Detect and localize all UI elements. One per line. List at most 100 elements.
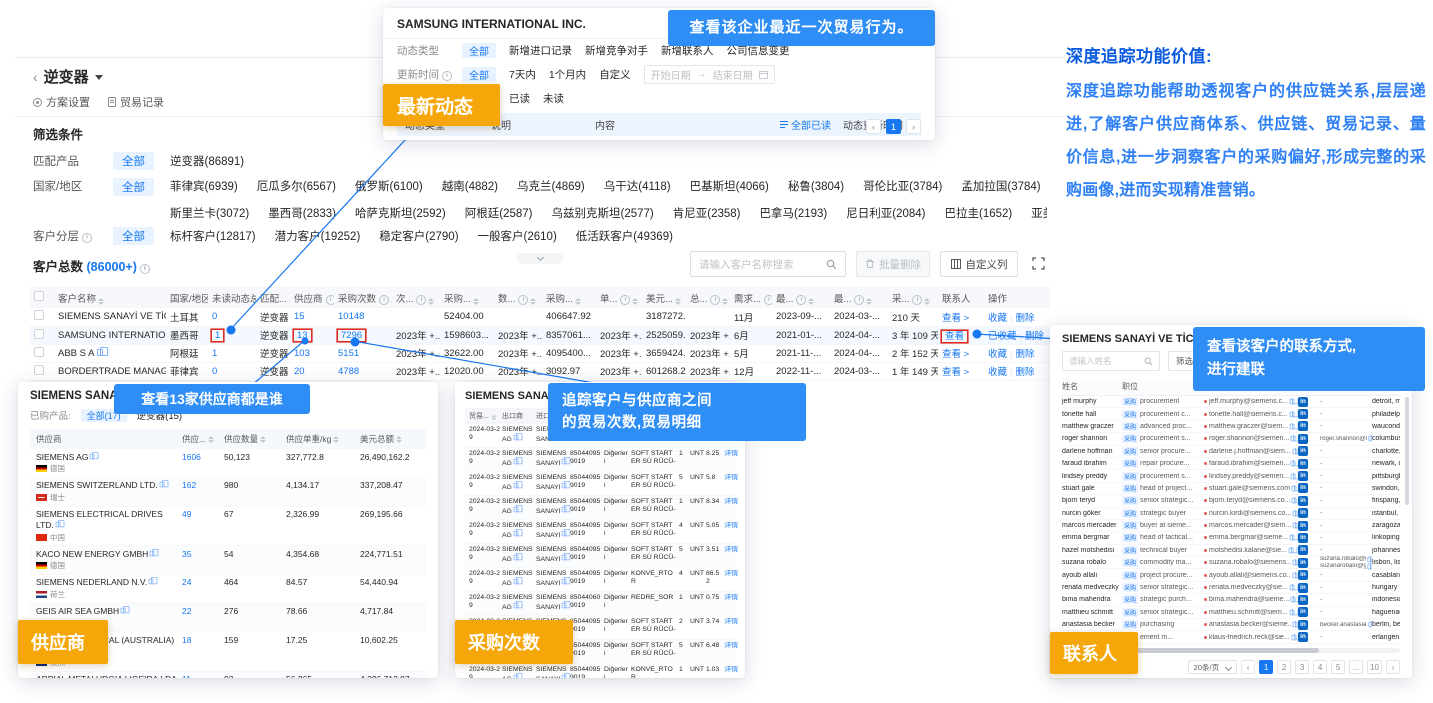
- tier-filter-item[interactable]: 标杆客户(12817): [170, 228, 256, 244]
- supplier-row[interactable]: ARPIAL METALURGIA LIGEIRA LDA 葡萄牙 11 93 …: [30, 672, 426, 678]
- column-header[interactable]: 采购...: [542, 287, 596, 308]
- page-button[interactable]: 10: [1367, 660, 1382, 674]
- country-filter-item[interactable]: 厄瓜多尔(6567): [257, 178, 336, 198]
- copy-icon[interactable]: [90, 453, 95, 459]
- supply-count-link[interactable]: 11: [182, 674, 224, 678]
- purchase-row[interactable]: 2024-03-29 SIEMENS AG SIEMENS SANAYI 850…: [465, 544, 735, 568]
- filter-all-chip[interactable]: 全部: [113, 178, 154, 196]
- copy-icon[interactable]: [1289, 411, 1294, 417]
- copy-icon[interactable]: [1291, 597, 1296, 603]
- column-header[interactable]: 供应单重/kg: [286, 433, 360, 445]
- next-page-button[interactable]: ›: [906, 119, 921, 134]
- table-row[interactable]: BORDERTRADE MANAGEMENT IN 菲律宾 0 逆变器 20 4…: [30, 362, 1050, 380]
- supply-count-link[interactable]: 1606: [182, 452, 224, 462]
- linkedin-icon[interactable]: in: [1298, 595, 1308, 605]
- supply-count-link[interactable]: 35: [182, 549, 224, 559]
- filter-option[interactable]: 全部: [462, 43, 496, 58]
- linkedin-icon[interactable]: in: [1298, 483, 1308, 493]
- linkedin-icon[interactable]: in: [1298, 397, 1308, 407]
- purchase-row[interactable]: 2024-03-29 SIEMENS AG SIEMENS SANAYI 850…: [465, 472, 735, 496]
- column-header[interactable]: 数...i: [494, 287, 542, 308]
- row-checkbox[interactable]: [34, 347, 44, 357]
- country-filter-item[interactable]: 亚美尼亚(1603): [1031, 205, 1047, 221]
- filter-option[interactable]: 1个月内: [549, 67, 586, 82]
- filter-option[interactable]: 自定义: [599, 67, 631, 82]
- linkedin-icon[interactable]: in: [1298, 583, 1308, 593]
- copy-icon[interactable]: [1293, 560, 1298, 566]
- country-filter-item[interactable]: 墨西哥(2833): [268, 205, 336, 221]
- country-filter-item[interactable]: 肯尼亚(2358): [673, 205, 741, 221]
- country-filter-item[interactable]: 俄罗斯(6100): [355, 178, 423, 198]
- column-header[interactable]: 最...i: [830, 287, 888, 308]
- linkedin-icon[interactable]: in: [1298, 607, 1308, 617]
- supplier-row[interactable]: KACO NEW ENERGY GMBH 德国 35 54 4,354.68 2…: [30, 546, 426, 575]
- country-filter-item[interactable]: 斯里兰卡(3072): [170, 205, 249, 221]
- copy-icon[interactable]: [1289, 548, 1294, 554]
- column-header[interactable]: 采...i: [888, 287, 938, 308]
- filter-option[interactable]: 全部: [462, 67, 496, 82]
- linkedin-icon[interactable]: in: [1298, 496, 1308, 506]
- linkedin-icon[interactable]: in: [1298, 459, 1308, 469]
- select-all-checkbox[interactable]: [34, 291, 44, 301]
- vertical-scrollbar[interactable]: [1405, 397, 1409, 505]
- filter-option[interactable]: 未读: [543, 91, 564, 106]
- country-filter-item[interactable]: 巴拉圭(1652): [945, 205, 1013, 221]
- linkedin-icon[interactable]: in: [1298, 421, 1308, 431]
- copy-icon[interactable]: [1289, 610, 1294, 616]
- country-filter-item[interactable]: 巴基斯坦(4066): [690, 178, 769, 198]
- copy-icon[interactable]: [1290, 399, 1295, 405]
- table-row[interactable]: SIEMENS SANAYİ VE TİCARET AN 土耳其 0 逆变器 1…: [30, 308, 1050, 326]
- contact-row[interactable]: matthieu schmitt 采购senior strategic... m…: [1062, 607, 1400, 619]
- purchase-row[interactable]: 2024-03-29 SIEMENS AG SIEMENS SANAYI 850…: [465, 592, 735, 616]
- contact-row[interactable]: bima mahendra 采购strategic purch... bima.…: [1062, 594, 1400, 606]
- next-page-button[interactable]: ›: [1386, 660, 1400, 674]
- supply-count-link[interactable]: 49: [182, 509, 224, 519]
- contact-row[interactable]: darlene hoffman 采购senior procure... darl…: [1062, 446, 1400, 458]
- copy-icon[interactable]: [1289, 585, 1294, 591]
- tier-filter-item[interactable]: 潜力客户(19252): [275, 228, 361, 244]
- linkedin-icon[interactable]: in: [1298, 508, 1308, 518]
- copy-icon[interactable]: [1291, 634, 1296, 640]
- copy-icon[interactable]: [55, 521, 60, 527]
- supplier-row[interactable]: SIEMENS AG 德国 1606 50,123 327,772.8 26,4…: [30, 449, 426, 478]
- column-header[interactable]: 供应数量: [224, 433, 286, 445]
- column-header[interactable]: 出口商: [502, 411, 536, 421]
- country-filter-item[interactable]: 孟加拉国(3784): [961, 178, 1040, 198]
- column-header[interactable]: 国家/地区: [166, 287, 208, 308]
- back-icon[interactable]: ‹: [33, 69, 38, 85]
- linkedin-icon[interactable]: in: [1298, 446, 1308, 456]
- date-range-input[interactable]: 开始日期 → 结束日期: [644, 65, 775, 84]
- country-filter-item[interactable]: 哥伦比亚(3784): [863, 178, 942, 198]
- contact-row[interactable]: suzana robalo 采购commodity ma... suzana.r…: [1062, 557, 1400, 569]
- prev-page-button[interactable]: ‹: [1241, 660, 1255, 674]
- tier-filter-item[interactable]: 低活跃客户(49369): [576, 228, 673, 244]
- supply-count-link[interactable]: 162: [182, 480, 224, 490]
- copy-icon[interactable]: [97, 349, 103, 356]
- contact-row[interactable]: ayoub allali 采购project procure... ayoub.…: [1062, 569, 1400, 581]
- filter-option[interactable]: 新增进口记录: [509, 43, 572, 58]
- linkedin-icon[interactable]: in: [1298, 533, 1308, 543]
- filter-all-chip[interactable]: 全部: [113, 152, 154, 170]
- linkedin-icon[interactable]: in: [1298, 409, 1308, 419]
- column-header[interactable]: 联系人: [938, 287, 984, 308]
- country-filter-item[interactable]: 乌克兰(4869): [517, 178, 585, 198]
- prev-page-button[interactable]: ‹: [866, 119, 881, 134]
- copy-icon[interactable]: [1293, 510, 1298, 516]
- table-row[interactable]: SAMSUNG INTERNATIONAL INC. 墨西哥 1 逆变器 13 …: [30, 326, 1050, 344]
- purchase-row[interactable]: 2024-03-29 SIEMENS AG SIEMENS SANAYI 850…: [465, 664, 735, 678]
- trade-records-button[interactable]: 贸易记录: [108, 94, 164, 110]
- column-header[interactable]: 匹配...: [256, 287, 290, 308]
- tier-filter-item[interactable]: 稳定客户(2790): [379, 228, 458, 244]
- contact-row[interactable]: jeff murphy 采购procurement jeff.murphy@si…: [1062, 396, 1400, 408]
- copy-icon[interactable]: [1368, 436, 1372, 442]
- mark-all-read-button[interactable]: 全部已读: [761, 117, 831, 132]
- column-header[interactable]: 次...i: [392, 287, 440, 308]
- linkedin-icon[interactable]: in: [1298, 558, 1308, 568]
- copy-icon[interactable]: [1368, 556, 1372, 562]
- copy-icon[interactable]: [1368, 622, 1372, 628]
- purchase-row[interactable]: 2024-03-29 SIEMENS AG SIEMENS SANAYI 850…: [465, 568, 735, 592]
- contact-row[interactable]: marcos mercader 采购buyer at sieme... marc…: [1062, 520, 1400, 532]
- caret-down-icon[interactable]: [95, 75, 103, 80]
- row-checkbox[interactable]: [34, 329, 44, 339]
- row-checkbox[interactable]: [34, 310, 44, 320]
